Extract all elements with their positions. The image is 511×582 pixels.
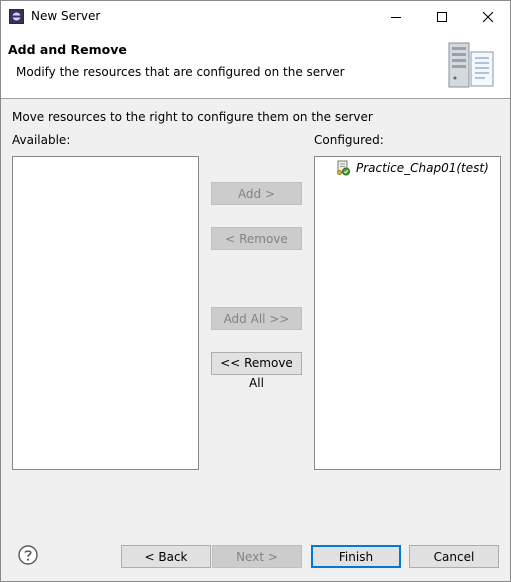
help-icon[interactable]: [18, 545, 38, 565]
wizard-banner: Add and Remove Modify the resources that…: [1, 32, 510, 99]
back-button[interactable]: < Back: [121, 545, 211, 568]
configured-item[interactable]: Practice_Chap01(test): [335, 159, 489, 177]
maximize-icon: [437, 11, 447, 22]
next-button[interactable]: Next >: [212, 545, 302, 568]
web-module-icon: [337, 160, 350, 176]
page-title: Add and Remove: [8, 42, 127, 57]
add-button[interactable]: Add >: [211, 182, 302, 205]
remove-button[interactable]: < Remove: [211, 227, 302, 250]
minimize-button[interactable]: [373, 1, 419, 32]
maximize-button[interactable]: [419, 1, 465, 32]
configured-label: Configured:: [314, 133, 384, 147]
close-button[interactable]: [465, 1, 511, 32]
remove-all-button[interactable]: << Remove All: [211, 352, 302, 390]
window-title: New Server: [31, 9, 101, 23]
title-bar: New Server: [1, 1, 510, 32]
add-all-button[interactable]: Add All >>: [211, 307, 302, 330]
eclipse-app-icon: [9, 9, 24, 24]
configured-item-label: Practice_Chap01(test): [356, 161, 489, 175]
instruction-text: Move resources to the right to configure…: [12, 110, 373, 124]
configured-list[interactable]: Practice_Chap01(test): [314, 156, 501, 470]
available-label: Available:: [12, 133, 71, 147]
available-list[interactable]: [12, 156, 199, 470]
page-description: Modify the resources that are configured…: [16, 65, 345, 79]
cancel-button[interactable]: Cancel: [409, 545, 499, 568]
server-banner-icon: [441, 38, 499, 92]
finish-button[interactable]: Finish: [311, 545, 401, 568]
new-server-dialog: New Server Add and Remove Modify the res…: [0, 0, 511, 582]
minimize-icon: [391, 16, 401, 18]
close-icon: [482, 11, 494, 22]
